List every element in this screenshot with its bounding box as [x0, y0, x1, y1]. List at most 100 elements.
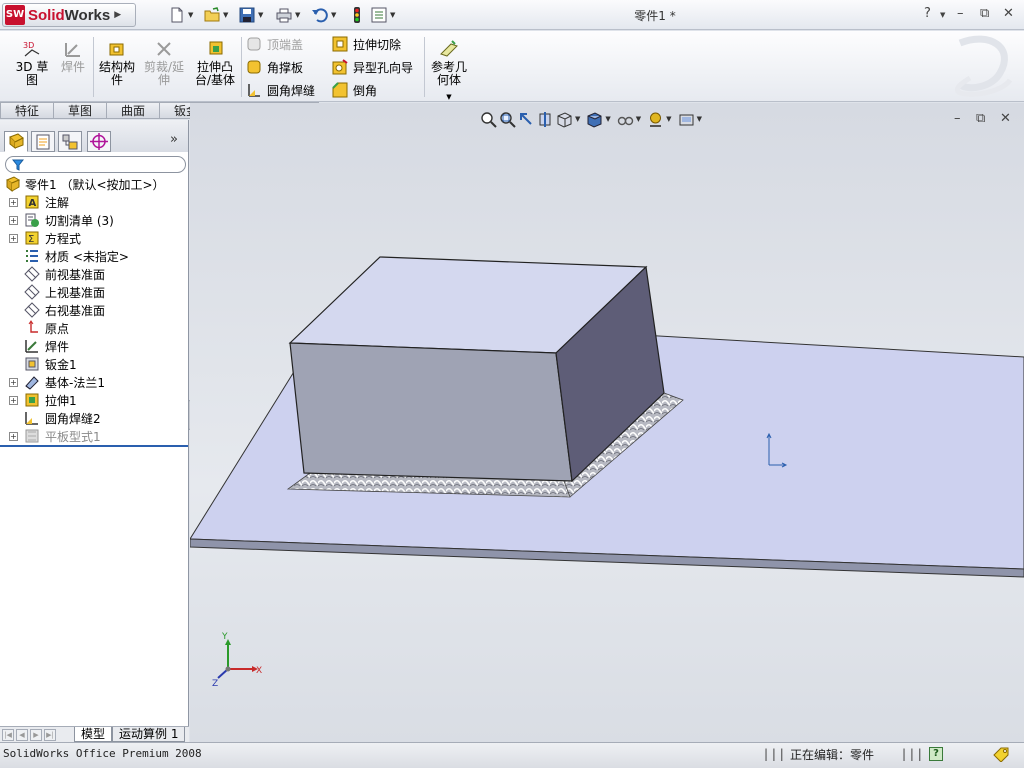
tree-node[interactable]: 右视基准面: [0, 301, 188, 319]
tree-node[interactable]: 前视基准面: [0, 265, 188, 283]
tab-motion-study[interactable]: 运动算例 1: [112, 727, 186, 742]
tab-dimxpert-manager[interactable]: [87, 131, 111, 152]
trim-extend-button[interactable]: 剪裁/延伸: [142, 39, 186, 87]
tree-node[interactable]: + 基体-法兰1: [0, 373, 188, 391]
print-button[interactable]: ▼: [275, 5, 300, 25]
expand-node-icon[interactable]: +: [9, 234, 18, 243]
close-button[interactable]: ✕: [1003, 6, 1014, 21]
expand-panel-button[interactable]: »: [170, 132, 178, 147]
end-cap-button[interactable]: 顶端盖: [246, 34, 303, 54]
menu-arrow-icon: ▶: [114, 10, 122, 20]
end-cap-label: 顶端盖: [267, 37, 304, 52]
sketch-3d-label: 3D 草图: [15, 60, 49, 87]
traffic-light-icon: [354, 7, 360, 23]
prev-tab-icon[interactable]: ◀: [16, 728, 28, 741]
open-button[interactable]: ▼: [203, 5, 228, 25]
triad-z-label: Z: [212, 679, 218, 689]
tree-node-label: 基体-法兰1: [45, 376, 105, 390]
reference-geometry-label: 参考几何体: [430, 60, 467, 87]
fillet-bead-icon: [248, 84, 260, 97]
separator: [424, 37, 425, 97]
svg-text:Σ: Σ: [28, 234, 34, 245]
chamfer-button[interactable]: 倒角: [332, 80, 377, 100]
tree-root-part[interactable]: 零件1 （默认<按加工>）: [0, 175, 188, 193]
graphics-viewport[interactable]: ▼ ▼ ▼ ▼ ▼ – ⧉ ✕ Y X Z: [190, 103, 1024, 742]
dimxpert-crosshair-icon: [90, 133, 108, 150]
quick-tips-help-icon[interactable]: ?: [929, 747, 943, 761]
coordinate-triad: Y X Z: [212, 632, 262, 689]
new-document-icon: [171, 7, 183, 23]
tab-configuration-manager[interactable]: [58, 131, 82, 152]
hole-wizard-icon: [332, 59, 348, 75]
tab-sketch[interactable]: 草图: [54, 102, 108, 119]
tree-node-label: 切割清单 (3): [45, 214, 114, 228]
gusset-button[interactable]: 角撑板: [246, 57, 303, 77]
save-button[interactable]: ▼: [238, 5, 263, 25]
hole-wizard-label: 异型孔向导: [353, 60, 414, 75]
rebuild-button[interactable]: [348, 5, 366, 25]
tree-node[interactable]: 材质 <未指定>: [0, 247, 188, 265]
tree-node[interactable]: 上视基准面: [0, 283, 188, 301]
extruded-boss-button[interactable]: 拉伸凸台/基体: [192, 39, 238, 87]
chevron-down-icon: ▼: [331, 11, 337, 19]
tab-feature-manager[interactable]: [4, 131, 28, 152]
feature-node-icon: [25, 429, 39, 443]
tab-surfaces[interactable]: 曲面: [107, 102, 161, 119]
next-tab-icon[interactable]: ▶: [30, 728, 42, 741]
feature-node-icon: [25, 213, 39, 227]
tree-node[interactable]: + Σ 方程式: [0, 229, 188, 247]
tree-node[interactable]: + A 注解: [0, 193, 188, 211]
status-editing-mode: 正在编辑：零件: [790, 748, 875, 762]
extruded-cut-button[interactable]: 拉伸切除: [332, 34, 401, 54]
status-separator: | | |: [764, 747, 784, 761]
expand-node-icon[interactable]: +: [9, 432, 18, 441]
tree-node[interactable]: 钣金1: [0, 355, 188, 373]
tree-node[interactable]: 原点: [0, 319, 188, 337]
feature-node-icon: [24, 302, 40, 318]
help-button[interactable]: ?: [924, 6, 931, 21]
options-button[interactable]: ▼: [370, 5, 395, 25]
weldments-icon: [65, 43, 80, 57]
hole-wizard-button[interactable]: 异型孔向导: [332, 57, 413, 77]
rollback-bar[interactable]: [0, 445, 188, 447]
feature-node-icon: [28, 320, 38, 333]
model-canvas: Y X Z: [190, 256, 1024, 689]
feature-node-icon: [24, 266, 40, 282]
first-tab-icon[interactable]: |◀: [2, 728, 14, 741]
feature-manager-panel: » 零件1 （默认<按加工>） + A 注解 + 切割清单 (3) + Σ 方程式 材质 <未指…: [0, 120, 189, 742]
expand-node-icon[interactable]: +: [9, 198, 18, 207]
tab-features[interactable]: 特征: [0, 102, 55, 119]
tag-icon[interactable]: [992, 746, 1010, 762]
structural-member-button[interactable]: 结构构件: [96, 39, 138, 87]
help-chevron-down-icon[interactable]: ▼: [940, 11, 945, 19]
feature-filter-input[interactable]: [5, 156, 186, 173]
sketch-3d-icon: 3D: [23, 41, 40, 57]
tree-node[interactable]: + 切割清单 (3): [0, 211, 188, 229]
expand-node-icon[interactable]: +: [9, 216, 18, 225]
reference-geometry-button[interactable]: 参考几何体 ▼: [428, 39, 470, 104]
expand-node-icon[interactable]: +: [9, 378, 18, 387]
new-button[interactable]: ▼: [168, 5, 193, 25]
tree-node[interactable]: + 平板型式1: [0, 427, 188, 445]
tree-node-label: 拉伸1: [45, 394, 77, 408]
feature-manager-icon: [9, 133, 24, 150]
last-tab-icon[interactable]: ▶|: [44, 728, 56, 741]
chamfer-icon: [332, 82, 348, 98]
tab-property-manager[interactable]: [31, 131, 55, 152]
fillet-bead-button[interactable]: 圆角焊缝: [246, 80, 315, 100]
undo-button[interactable]: ▼: [311, 5, 336, 25]
tree-node[interactable]: 圆角焊缝2: [0, 409, 188, 427]
tab-model[interactable]: 模型: [74, 727, 113, 742]
tree-node[interactable]: + 拉伸1: [0, 391, 188, 409]
restore-button[interactable]: ⧉: [980, 6, 989, 21]
minimize-button[interactable]: –: [957, 6, 964, 21]
svg-text:3D: 3D: [23, 41, 34, 50]
options-list-icon: [371, 7, 387, 23]
filter-funnel-icon: [12, 159, 24, 171]
title-bar: SW SolidWorks ▶ ▼ ▼ ▼ ▼ ▼ ▼ 零件1 * ? ▼ – …: [0, 0, 1024, 30]
sketch-3d-button[interactable]: 3D 3D 草图: [10, 39, 54, 87]
tree-node[interactable]: 焊件: [0, 337, 188, 355]
weldments-button[interactable]: 焊件: [58, 39, 88, 74]
solidworks-menu-button[interactable]: SW SolidWorks ▶: [2, 3, 136, 27]
expand-node-icon[interactable]: +: [9, 396, 18, 405]
